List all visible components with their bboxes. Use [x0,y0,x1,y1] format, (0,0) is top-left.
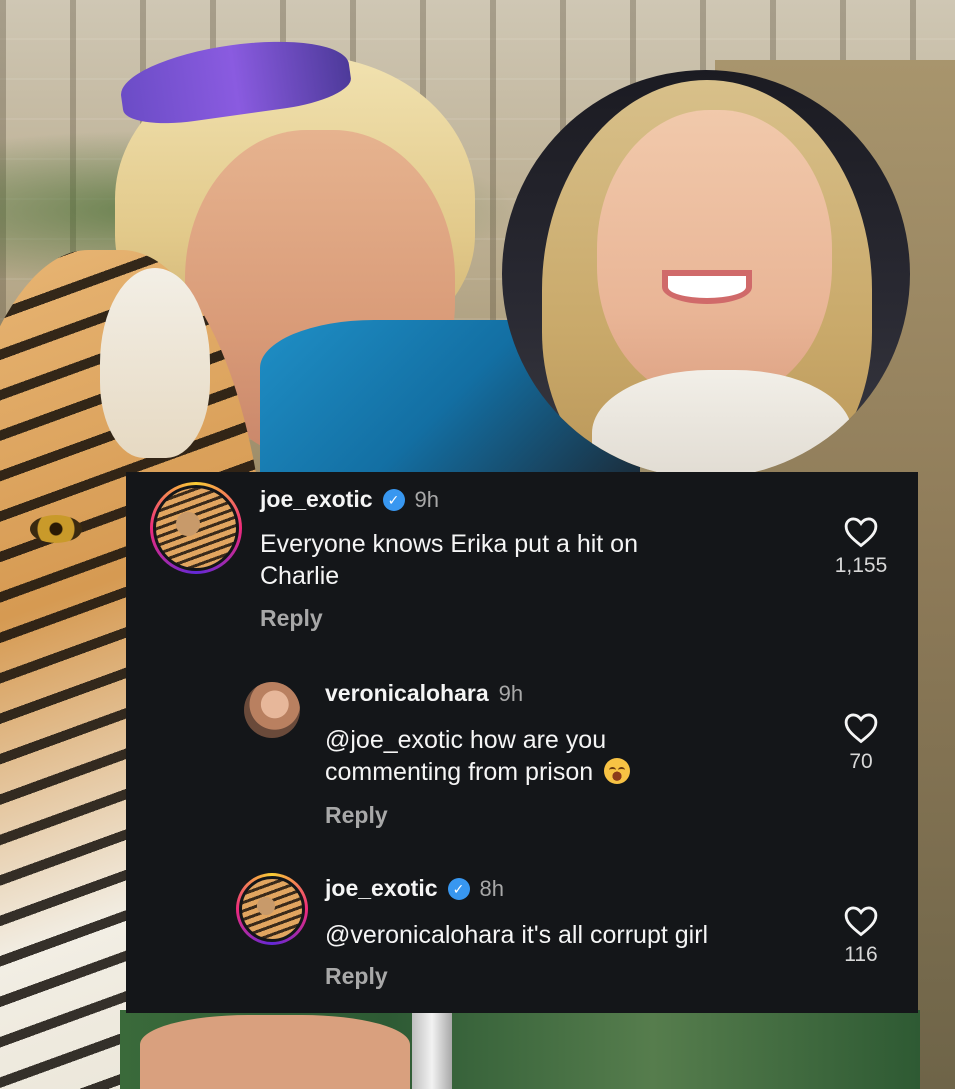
inset-sweater [592,370,852,478]
username[interactable]: joe_exotic [260,486,373,513]
timestamp: 9h [498,680,524,706]
comment-text-line: @joe_exotic how are you [325,726,607,754]
woman-avatar[interactable] [244,682,300,738]
hand [140,1015,410,1089]
like-button[interactable]: 116 [821,905,901,967]
comment-text-line: commenting from prison [325,756,631,788]
comment-text: @joe_exotic how are you commenting from … [325,724,631,788]
reply-button[interactable]: Reply [260,605,323,632]
avatar[interactable] [150,482,242,574]
comment-item: veronicalohara 9h @joe_exotic how are yo… [126,672,918,852]
like-button[interactable]: 70 [821,712,901,774]
wristwatch [412,1012,452,1089]
verified-badge-icon: ✓ [447,877,470,900]
inset-face [597,110,832,400]
reply-button[interactable]: Reply [325,802,388,829]
verified-badge-icon: ✓ [382,488,405,511]
comments-panel: joe_exotic ✓ 9h Everyone knows Erika put… [126,472,918,1013]
inset-portrait [502,70,910,478]
username[interactable]: joe_exotic [325,875,438,902]
tiger-eye [30,515,82,543]
avatar[interactable] [236,873,308,945]
heart-icon [844,517,878,548]
comment-text: @veronicalohara it's all corrupt girl [325,919,708,951]
timestamp: 9h [414,486,439,512]
username[interactable]: veronicalohara [325,680,489,707]
reply-button[interactable]: Reply [325,963,388,990]
like-count: 116 [844,943,878,966]
laughing-emoji-icon [604,758,631,784]
tiger-paw [100,268,210,458]
comment-text-line: Everyone knows Erika put a hit on [260,530,638,558]
comment-meta: veronicalohara 9h [325,680,523,707]
comment-meta: joe_exotic ✓ 8h [325,875,504,902]
timestamp: 8h [479,875,504,901]
like-count: 70 [849,750,873,773]
heart-icon [844,713,878,744]
like-count: 1,155 [834,554,888,577]
comment-text-line: Charlie [260,562,340,590]
comment-text-part: commenting from prison [325,758,594,786]
heart-icon [844,906,878,937]
like-button[interactable]: 1,155 [821,516,901,578]
comment-item: joe_exotic ✓ 8h @veronicalohara it's all… [126,867,918,1013]
comment-text: Everyone knows Erika put a hit on Charli… [260,528,638,592]
inset-smile [662,270,752,304]
comment-item: joe_exotic ✓ 9h Everyone knows Erika put… [126,472,918,662]
comment-meta: joe_exotic ✓ 9h [260,486,439,513]
tiger-man-avatar [239,876,305,942]
tiger-man-avatar [153,485,239,571]
comment-text-line: @veronicalohara it's all corrupt girl [325,921,709,949]
